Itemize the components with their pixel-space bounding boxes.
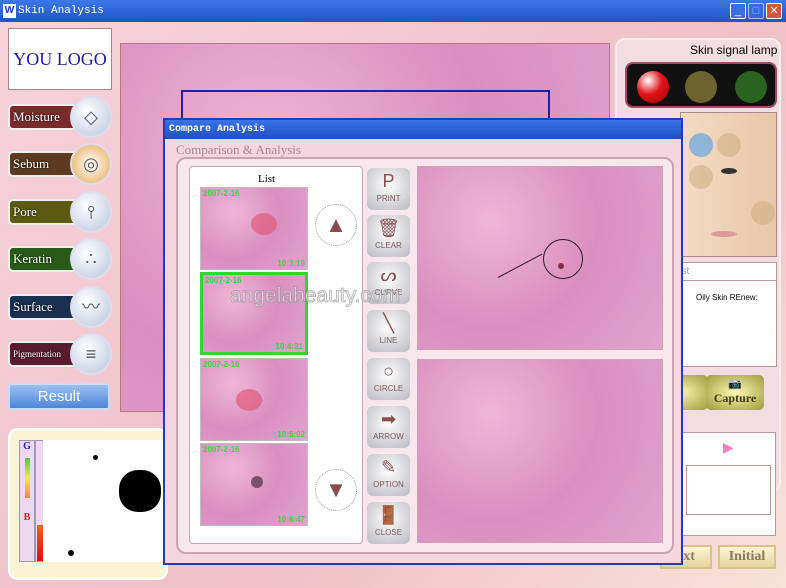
list-title: List <box>258 173 276 185</box>
scroll-down-button[interactable]: ▼ <box>315 469 357 511</box>
minimize-button[interactable]: _ <box>730 3 746 19</box>
thumbnail-time: 10:5:02 <box>277 430 305 439</box>
line-icon: ╲ <box>383 313 394 333</box>
green-lamp <box>735 71 767 103</box>
close-button[interactable]: ✕ <box>766 3 782 19</box>
tool-label: CIRCLE <box>373 384 404 393</box>
window-title: Skin Analysis <box>18 5 104 17</box>
play-icon[interactable]: ▶ <box>723 439 734 456</box>
grade-arrow <box>24 458 30 498</box>
tool-label: OPTION <box>373 480 404 489</box>
keratin-button[interactable]: Keratin ∴ <box>8 238 112 280</box>
face-zone[interactable] <box>717 133 741 157</box>
compare-view-bottom[interactable] <box>417 359 663 543</box>
circle-annotation <box>543 239 583 279</box>
thumbnail-time: 10:6:47 <box>277 515 305 524</box>
tool-label: CLEAR <box>375 241 402 250</box>
lesion <box>558 263 564 269</box>
detected-dot <box>68 550 74 556</box>
option-tool-button[interactable]: ✎ OPTION <box>367 454 410 496</box>
pigment-layers-icon: ≡ <box>70 333 112 375</box>
oil-ripple-icon: ◎ <box>70 143 112 185</box>
playback-box <box>686 465 771 515</box>
binary-analysis-image <box>43 440 170 562</box>
red-lamp <box>637 71 669 103</box>
arrow-icon: ➡ <box>380 409 397 429</box>
capture-button[interactable]: 📷 Capture <box>706 375 764 410</box>
thumbnail-date: 2007-2-16 <box>203 189 240 198</box>
grade-good-label: G <box>23 441 31 452</box>
thumbnail[interactable]: 2007-2-16 10:3:19 <box>200 187 308 270</box>
skin-signal-lamp-title: Skin signal lamp <box>690 43 778 57</box>
circle-icon: ○ <box>383 361 394 381</box>
detected-blob <box>119 470 161 512</box>
arrow-tool-button[interactable]: ➡ ARROW <box>367 406 410 448</box>
option-icon: ✎ <box>380 457 397 477</box>
keratin-flakes-icon: ∴ <box>70 238 112 280</box>
hair-follicle-icon: ⫯ <box>70 191 112 233</box>
thumbnail-time: 10:4:31 <box>275 342 303 351</box>
tool-label: ARROW <box>373 432 404 441</box>
pore-button[interactable]: Pore ⫯ <box>8 191 112 233</box>
line-tool-button[interactable]: ╲ LINE <box>367 310 410 352</box>
thumbnail[interactable]: 2007-2-16 10:6:47 <box>200 443 308 526</box>
dialog-titlebar: Compare Analysis <box>165 120 681 139</box>
sebum-button[interactable]: Sebum ◎ <box>8 143 112 185</box>
lips <box>711 231 737 237</box>
app-icon: W <box>3 4 16 18</box>
result-button[interactable]: Result <box>8 383 110 410</box>
face-map <box>680 112 777 257</box>
playback-panel: ▶ <box>680 432 776 536</box>
thumbnail-date: 2007-2-16 <box>203 360 240 369</box>
yellow-lamp <box>685 71 717 103</box>
clear-tool-button[interactable]: 🗑 CLEAR <box>367 215 410 257</box>
print-icon: P <box>382 171 395 191</box>
thumbnail[interactable]: 2007-2-16 10:5:02 <box>200 358 308 441</box>
surface-button[interactable]: Surface 〰 <box>8 286 112 328</box>
compare-analysis-dialog: Compare Analysis Comparison & Analysis L… <box>163 118 683 565</box>
dialog-subtitle: Comparison & Analysis <box>176 142 301 157</box>
clear-icon: 🗑 <box>377 218 400 238</box>
eye <box>721 168 737 174</box>
surface-wave-icon: 〰 <box>70 286 112 328</box>
face-zone[interactable] <box>751 201 775 225</box>
maximize-button[interactable]: □ <box>748 3 764 19</box>
camera-icon: 📷 <box>728 378 742 390</box>
circle-tool-button[interactable]: ○ CIRCLE <box>367 358 410 400</box>
grade-scale: G B <box>19 440 35 562</box>
tool-label: PRINT <box>376 194 401 203</box>
result-panel: G B <box>8 428 170 580</box>
watermark: angelabeauty.com <box>229 284 401 308</box>
capture-label: Capture <box>713 391 757 405</box>
face-zone-forehead[interactable] <box>689 133 713 157</box>
detected-dot <box>93 455 98 460</box>
window-titlebar: Skin Analysis <box>0 0 786 22</box>
close-icon: 🚪 <box>377 505 400 525</box>
suggestion-text: Oily Skin REnew: <box>696 293 758 302</box>
water-drop-icon: ◇ <box>70 96 112 138</box>
arrow-annotation <box>497 253 543 278</box>
pigmentation-button[interactable]: Pigmentation ≡ <box>8 333 112 375</box>
moisture-button[interactable]: Moisture ◇ <box>8 96 112 138</box>
print-tool-button[interactable]: P PRINT <box>367 168 410 210</box>
grade-bad-label: B <box>23 512 31 523</box>
scroll-up-button[interactable]: ▲ <box>315 204 357 246</box>
thumbnail-date: 2007-2-16 <box>203 445 240 454</box>
signal-lamp <box>625 62 777 108</box>
logo: YOU LOGO <box>8 28 112 90</box>
face-zone[interactable] <box>689 165 713 189</box>
initial-button[interactable]: Initial <box>718 545 776 569</box>
image-list: List 2007-2-16 10:3:19 2007-2-16 10:4:31 2… <box>189 166 363 544</box>
thumbnail-time: 10:3:19 <box>277 259 305 268</box>
tool-label: CLOSE <box>374 528 403 537</box>
compare-view-top[interactable] <box>417 166 663 350</box>
tool-label: LINE <box>379 336 398 345</box>
close-tool-button[interactable]: 🚪 CLOSE <box>367 502 410 544</box>
